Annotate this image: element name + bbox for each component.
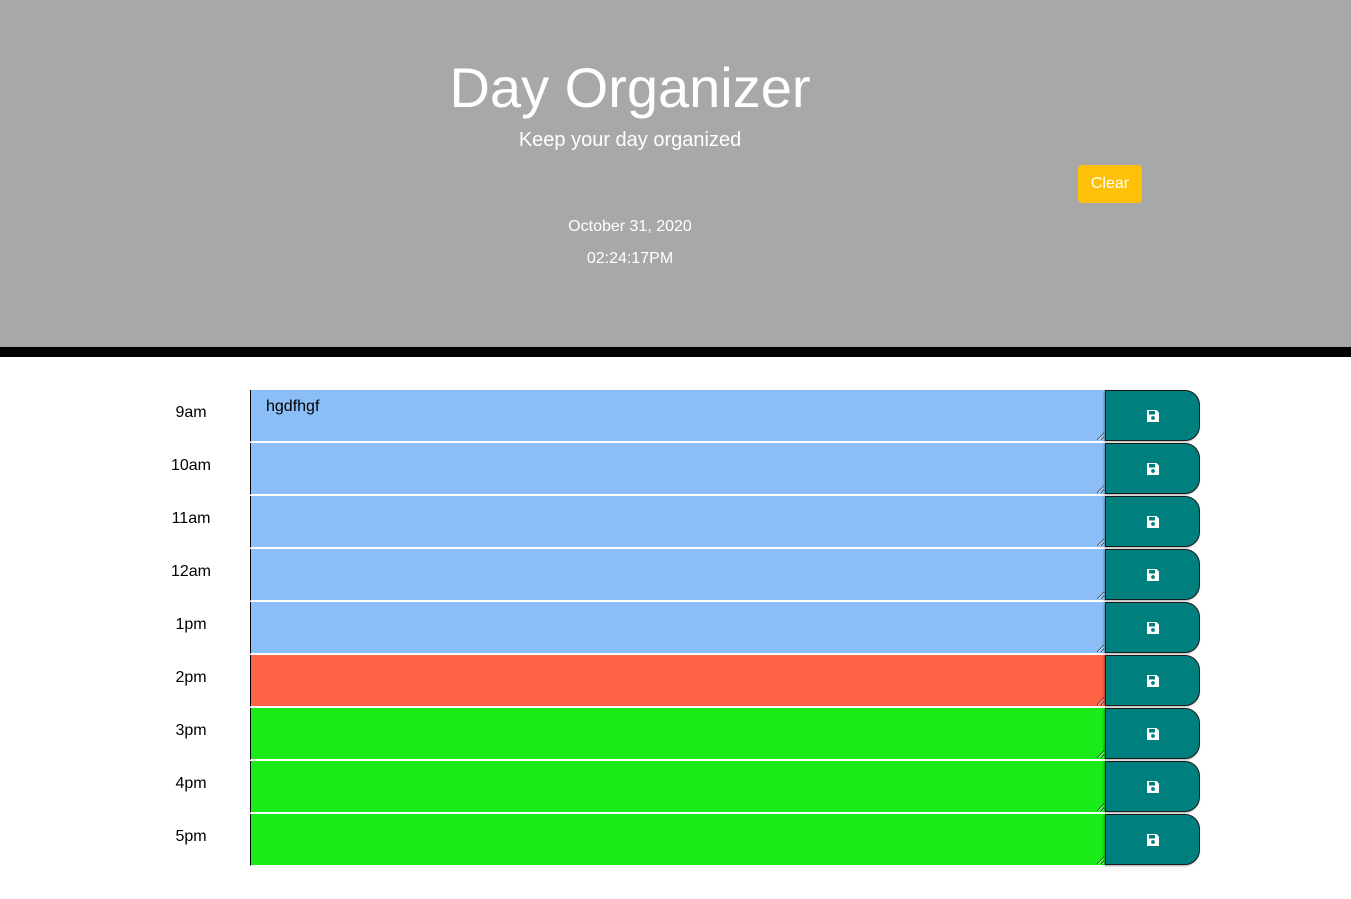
current-date: October 31, 2020 bbox=[568, 218, 692, 235]
save-button[interactable] bbox=[1105, 443, 1200, 494]
save-button[interactable] bbox=[1105, 602, 1200, 653]
save-button[interactable] bbox=[1105, 655, 1200, 706]
page-title: Day Organizer bbox=[449, 56, 811, 119]
save-button[interactable] bbox=[1105, 708, 1200, 759]
time-block-row: 5pm bbox=[0, 814, 1351, 867]
event-description-input[interactable] bbox=[250, 708, 1105, 760]
hour-label: 3pm bbox=[175, 722, 207, 739]
time-block-row: 3pm bbox=[0, 708, 1351, 761]
header-divider bbox=[0, 347, 1351, 357]
hour-label: 2pm bbox=[175, 669, 207, 686]
floppy-disk-icon bbox=[1146, 674, 1159, 687]
event-description-input[interactable] bbox=[250, 655, 1105, 707]
time-block-row: 9am hgdfhgf bbox=[0, 390, 1351, 443]
clear-button[interactable]: Clear bbox=[1078, 165, 1142, 203]
hour-label: 11am bbox=[171, 510, 211, 527]
time-block-row: 2pm bbox=[0, 655, 1351, 708]
time-block-row: 4pm bbox=[0, 761, 1351, 814]
floppy-disk-icon bbox=[1146, 409, 1159, 422]
save-button[interactable] bbox=[1105, 390, 1200, 441]
save-button[interactable] bbox=[1105, 549, 1200, 600]
event-description-input[interactable]: hgdfhgf bbox=[250, 390, 1105, 442]
save-button[interactable] bbox=[1105, 761, 1200, 812]
floppy-disk-icon bbox=[1146, 780, 1159, 793]
hour-label: 5pm bbox=[175, 828, 207, 845]
current-time: 02:24:17PM bbox=[586, 250, 674, 267]
event-description-input[interactable] bbox=[250, 496, 1105, 548]
hour-label: 1pm bbox=[175, 616, 207, 633]
hour-label: 9am bbox=[175, 404, 207, 421]
event-description-input[interactable] bbox=[250, 549, 1105, 601]
hour-label: 4pm bbox=[175, 775, 207, 792]
event-description-input[interactable] bbox=[250, 761, 1105, 813]
save-button[interactable] bbox=[1105, 814, 1200, 865]
time-block-row: 1pm bbox=[0, 602, 1351, 655]
save-button[interactable] bbox=[1105, 496, 1200, 547]
header: Day Organizer Keep your day organized Cl… bbox=[0, 0, 1351, 347]
event-description-input[interactable] bbox=[250, 602, 1105, 654]
floppy-disk-icon bbox=[1146, 568, 1159, 581]
floppy-disk-icon bbox=[1146, 833, 1159, 846]
floppy-disk-icon bbox=[1146, 462, 1159, 475]
time-block-row: 10am bbox=[0, 443, 1351, 496]
floppy-disk-icon bbox=[1146, 727, 1159, 740]
hour-label: 12am bbox=[170, 563, 212, 580]
event-description-input[interactable] bbox=[250, 443, 1105, 495]
time-block-row: 11am bbox=[0, 496, 1351, 549]
floppy-disk-icon bbox=[1146, 515, 1159, 528]
event-description-input[interactable] bbox=[250, 814, 1105, 866]
hour-label: 10am bbox=[170, 457, 212, 474]
page-subtitle: Keep your day organized bbox=[518, 129, 742, 151]
floppy-disk-icon bbox=[1146, 621, 1159, 634]
time-block-row: 12am bbox=[0, 549, 1351, 602]
